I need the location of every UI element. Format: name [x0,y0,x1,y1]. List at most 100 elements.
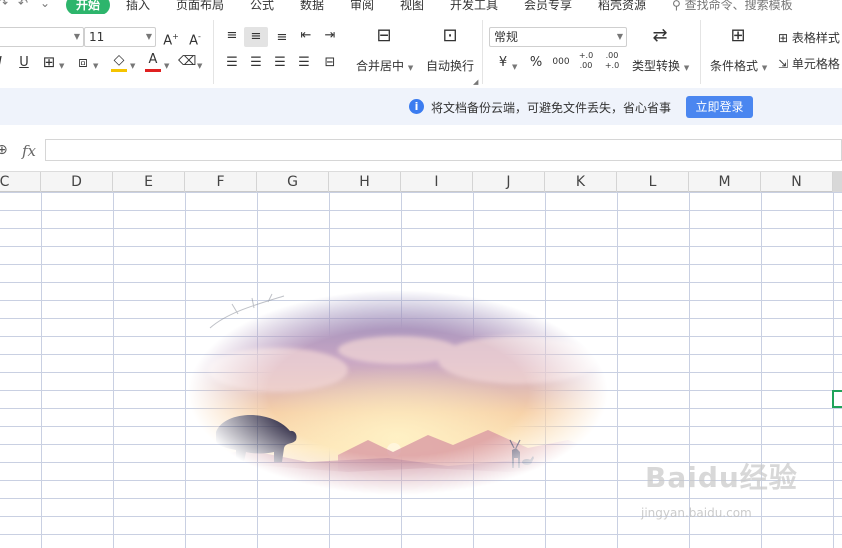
watermark-logo: Baidu经验 [645,461,798,494]
chevron-down-icon[interactable]: ▼ [512,59,517,75]
column-header-e[interactable]: E [113,172,185,192]
cloud-backup-notification: i 将文档备份云端，可避免文件丢失，省心省事 立即登录 [0,88,842,125]
ribbon-toolbar: ▼ 11 ▼ A+ A- I U ⊞ ▼ ⧈ ▼ ◇ ▼ A ▼ ⌫ ▼ ≡ ≡… [0,14,842,89]
number-format-select[interactable]: 常规 ▼ [489,27,627,47]
wrap-text-button[interactable]: 自动换行 [426,57,474,74]
watermark-url: jingyan.baidu.com [641,506,752,520]
column-header-f[interactable]: F [185,172,257,192]
chevron-down-icon: ▼ [761,64,768,72]
column-header-j[interactable]: J [473,172,545,192]
eraser-icon[interactable]: ⌫ [178,54,196,70]
chevron-down-icon[interactable]: ▼ [164,58,169,74]
chevron-down-icon: ▼ [407,64,414,72]
chevron-down-icon: ▼ [73,32,80,41]
conditional-format-label: 条件格式 [710,59,759,73]
align-bottom-icon[interactable]: ≡ [272,30,292,46]
font-size-select[interactable]: 11 ▼ [84,27,156,47]
tab-home[interactable]: 开始 [66,0,111,14]
align-middle-icon[interactable]: ≡ [244,27,268,47]
underline-icon[interactable]: U [16,55,32,71]
tab-page-layout[interactable]: 页面布局 [176,0,224,13]
fx-icon[interactable]: fx [22,142,36,160]
column-header-row: C D E F G H I J K L M N [0,171,842,192]
tab-data[interactable]: 数据 [300,0,324,13]
divider [700,20,701,84]
divider [213,20,214,84]
number-format-value: 常规 [494,30,519,44]
login-now-button[interactable]: 立即登录 [686,96,753,118]
increase-font-icon[interactable]: A+ [162,29,180,49]
increase-decimal-icon[interactable]: +.0 .00 [576,51,596,71]
chevron-down-icon: ▼ [683,64,690,72]
tab-formulas[interactable]: 公式 [250,0,274,13]
wrap-text-icon[interactable]: ⊡ [436,27,464,45]
align-top-icon[interactable]: ≡ [222,28,242,44]
merge-center-icon[interactable]: ⊟ [370,27,398,45]
type-convert-icon[interactable]: ⇄ [648,27,672,45]
fill-style-icon[interactable]: ⧈ [74,54,92,70]
column-header-h[interactable]: H [329,172,401,192]
decrease-indent-icon[interactable]: ⇤ [296,28,316,44]
chevron-down-icon[interactable]: ▼ [197,58,202,74]
font-name-select[interactable]: ▼ [0,27,84,47]
merge-center-button[interactable]: 合并居中 ▼ [356,57,413,74]
percent-icon[interactable]: % [528,55,544,71]
conditional-format-icon[interactable]: ⊞ [726,27,750,45]
table-style-label: 表格样式 [791,31,840,45]
column-scroll-marker[interactable] [833,171,842,192]
type-convert-button[interactable]: 类型转换 ▼ [632,57,689,74]
column-header-m[interactable]: M [689,172,761,192]
decrease-font-icon[interactable]: A- [186,29,204,49]
font-color-icon[interactable]: A [145,52,161,72]
increase-indent-icon[interactable]: ⇥ [320,28,340,44]
align-left-icon[interactable]: ☰ [222,55,242,71]
tab-view[interactable]: 视图 [400,0,424,13]
chevron-down-icon[interactable]: ▼ [59,58,64,74]
align-right-icon[interactable]: ☰ [270,55,290,71]
currency-icon[interactable]: ¥ [494,55,512,71]
column-header-k[interactable]: K [545,172,617,192]
chevron-down-icon: ▼ [145,32,152,41]
tab-review[interactable]: 审阅 [350,0,374,13]
fill-color-icon[interactable]: ◇ [110,52,128,72]
chevron-down-icon[interactable]: ▼ [93,58,98,74]
tab-docer-resources[interactable]: 稻壳资源 [598,0,646,13]
baidu-watermark: Baidu经验 jingyan.baidu.com [641,456,798,520]
column-header-i[interactable]: I [401,172,473,192]
table-style-icon: ⊞ [778,31,789,45]
redo-icon[interactable]: ↷ [0,0,8,10]
chevron-down-icon[interactable]: ▼ [130,58,135,74]
cell-format-button[interactable]: ⇲ 单元格格 [778,55,840,72]
column-header-d[interactable]: D [41,172,113,192]
font-size-value: 11 [89,30,105,44]
align-center-icon[interactable]: ☰ [246,55,266,71]
customize-quick-access-icon[interactable]: ⌄ [40,0,50,10]
landscape-picture[interactable] [188,290,608,495]
decrease-decimal-icon[interactable]: .00 +.0 [602,51,622,71]
table-style-button[interactable]: ⊞ 表格样式 [778,29,840,46]
distributed-align-icon[interactable]: ⊟ [320,55,340,71]
column-header-c[interactable]: C [0,172,41,192]
conditional-format-button[interactable]: 条件格式 ▼ [710,57,767,74]
fill-color-swatch [111,69,127,72]
tab-member[interactable]: 会员专享 [524,0,572,13]
search-placeholder: 查找命令、搜索模板 [684,0,793,12]
selected-cell-indicator [832,390,842,408]
tab-insert[interactable]: 插入 [126,0,150,13]
thousands-separator-icon[interactable]: 000 [550,54,572,70]
column-header-l[interactable]: L [617,172,689,192]
formula-input[interactable] [45,139,842,161]
merge-center-label: 合并居中 [356,59,405,73]
command-search[interactable]: ⚲ 查找命令、搜索模板 [672,0,793,13]
cell-format-icon: ⇲ [778,57,789,71]
divider [482,20,483,84]
column-header-n[interactable]: N [761,172,833,192]
column-header-g[interactable]: G [257,172,329,192]
justify-icon[interactable]: ☰ [294,55,314,71]
zoom-icon[interactable]: ⊕ [0,142,8,158]
undo-icon[interactable]: ↶ [18,0,28,10]
type-convert-label: 类型转换 [632,59,681,73]
border-icon[interactable]: ⊞ [40,54,58,70]
tab-developer[interactable]: 开发工具 [450,0,498,13]
italic-icon[interactable]: I [0,55,6,71]
